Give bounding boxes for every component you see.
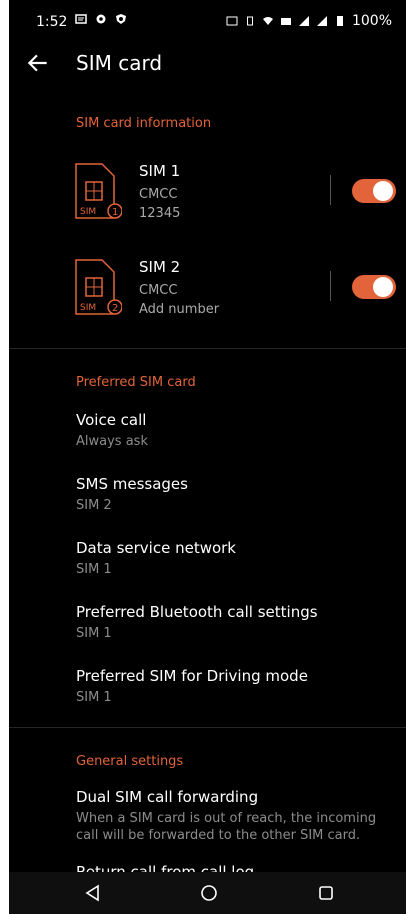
- preference-data-network[interactable]: Data service network SIM 1: [76, 539, 396, 578]
- navigation-bar: [9, 872, 406, 914]
- divider: [330, 271, 331, 301]
- item-description: When a SIM card is out of reach, the inc…: [76, 811, 377, 843]
- status-time: 1:52: [36, 14, 68, 30]
- sim2-toggle[interactable]: [352, 275, 396, 299]
- signal-icon: [298, 16, 309, 26]
- sim-name: SIM 1: [139, 162, 181, 180]
- back-nav-icon[interactable]: [83, 883, 103, 903]
- sim-number: 12345: [139, 206, 181, 221]
- gear-icon: [96, 14, 106, 24]
- section-divider: [9, 348, 406, 349]
- section-header-preferred: Preferred SIM card: [76, 375, 196, 390]
- section-header-general: General settings: [76, 754, 184, 769]
- sim-number: Add number: [139, 302, 220, 317]
- page-title: SIM card: [76, 51, 163, 75]
- recents-nav-icon[interactable]: [316, 883, 336, 903]
- lte-icon: [280, 18, 291, 25]
- preference-driving-mode[interactable]: Preferred SIM for Driving mode SIM 1: [76, 667, 396, 706]
- battery-icon: [336, 16, 343, 26]
- sim-row-2[interactable]: SIM 2 SIM 2 CMCC Add number: [9, 246, 406, 336]
- sim-carrier: CMCC: [139, 187, 178, 202]
- vibrate-icon: [246, 16, 253, 26]
- app-bar: SIM card: [9, 42, 406, 86]
- divider: [330, 175, 331, 205]
- sim-card-icon: SIM 1: [75, 163, 122, 219]
- item-title: Data service network: [76, 539, 236, 557]
- section-divider: [9, 727, 406, 728]
- svg-text:SIM: SIM: [80, 207, 96, 217]
- nfc-icon: [226, 16, 238, 26]
- message-icon: [75, 14, 87, 24]
- item-title: Voice call: [76, 411, 147, 429]
- wifi-icon: [262, 17, 273, 25]
- svg-text:SIM: SIM: [80, 303, 96, 313]
- setting-dual-sim-forwarding[interactable]: Dual SIM call forwarding When a SIM card…: [76, 788, 396, 844]
- item-title: Preferred Bluetooth call settings: [76, 603, 318, 621]
- phone-screen: 1:52 100% SIM card SIM card information: [9, 0, 406, 914]
- item-title: Preferred SIM for Driving mode: [76, 667, 308, 685]
- item-value: SIM 1: [76, 562, 112, 577]
- sim-carrier: CMCC: [139, 283, 178, 298]
- item-title: Dual SIM call forwarding: [76, 788, 259, 806]
- item-value: SIM 2: [76, 498, 112, 513]
- sim-row-1[interactable]: SIM 1 SIM 1 CMCC 12345: [9, 150, 406, 240]
- preference-voice-call[interactable]: Voice call Always ask: [76, 411, 396, 450]
- sim-card-icon: SIM 2: [75, 259, 122, 315]
- item-value: SIM 1: [76, 626, 112, 641]
- back-arrow-icon[interactable]: [25, 50, 51, 76]
- item-value: SIM 1: [76, 690, 112, 705]
- sim1-toggle[interactable]: [352, 179, 396, 203]
- sim-badge-number: 2: [112, 303, 118, 314]
- shield-icon: [116, 14, 126, 24]
- item-title: SMS messages: [76, 475, 188, 493]
- signal-icon: [316, 16, 327, 26]
- home-nav-icon[interactable]: [199, 883, 219, 903]
- preference-sms[interactable]: SMS messages SIM 2: [76, 475, 396, 514]
- preference-bluetooth-call[interactable]: Preferred Bluetooth call settings SIM 1: [76, 603, 396, 642]
- battery-percent: 100%: [351, 13, 392, 29]
- item-value: Always ask: [76, 434, 148, 449]
- sim-badge-number: 1: [112, 207, 118, 218]
- section-header-sim-info: SIM card information: [76, 116, 212, 131]
- sim-name: SIM 2: [139, 258, 181, 276]
- status-bar: 1:52 100%: [9, 0, 406, 38]
